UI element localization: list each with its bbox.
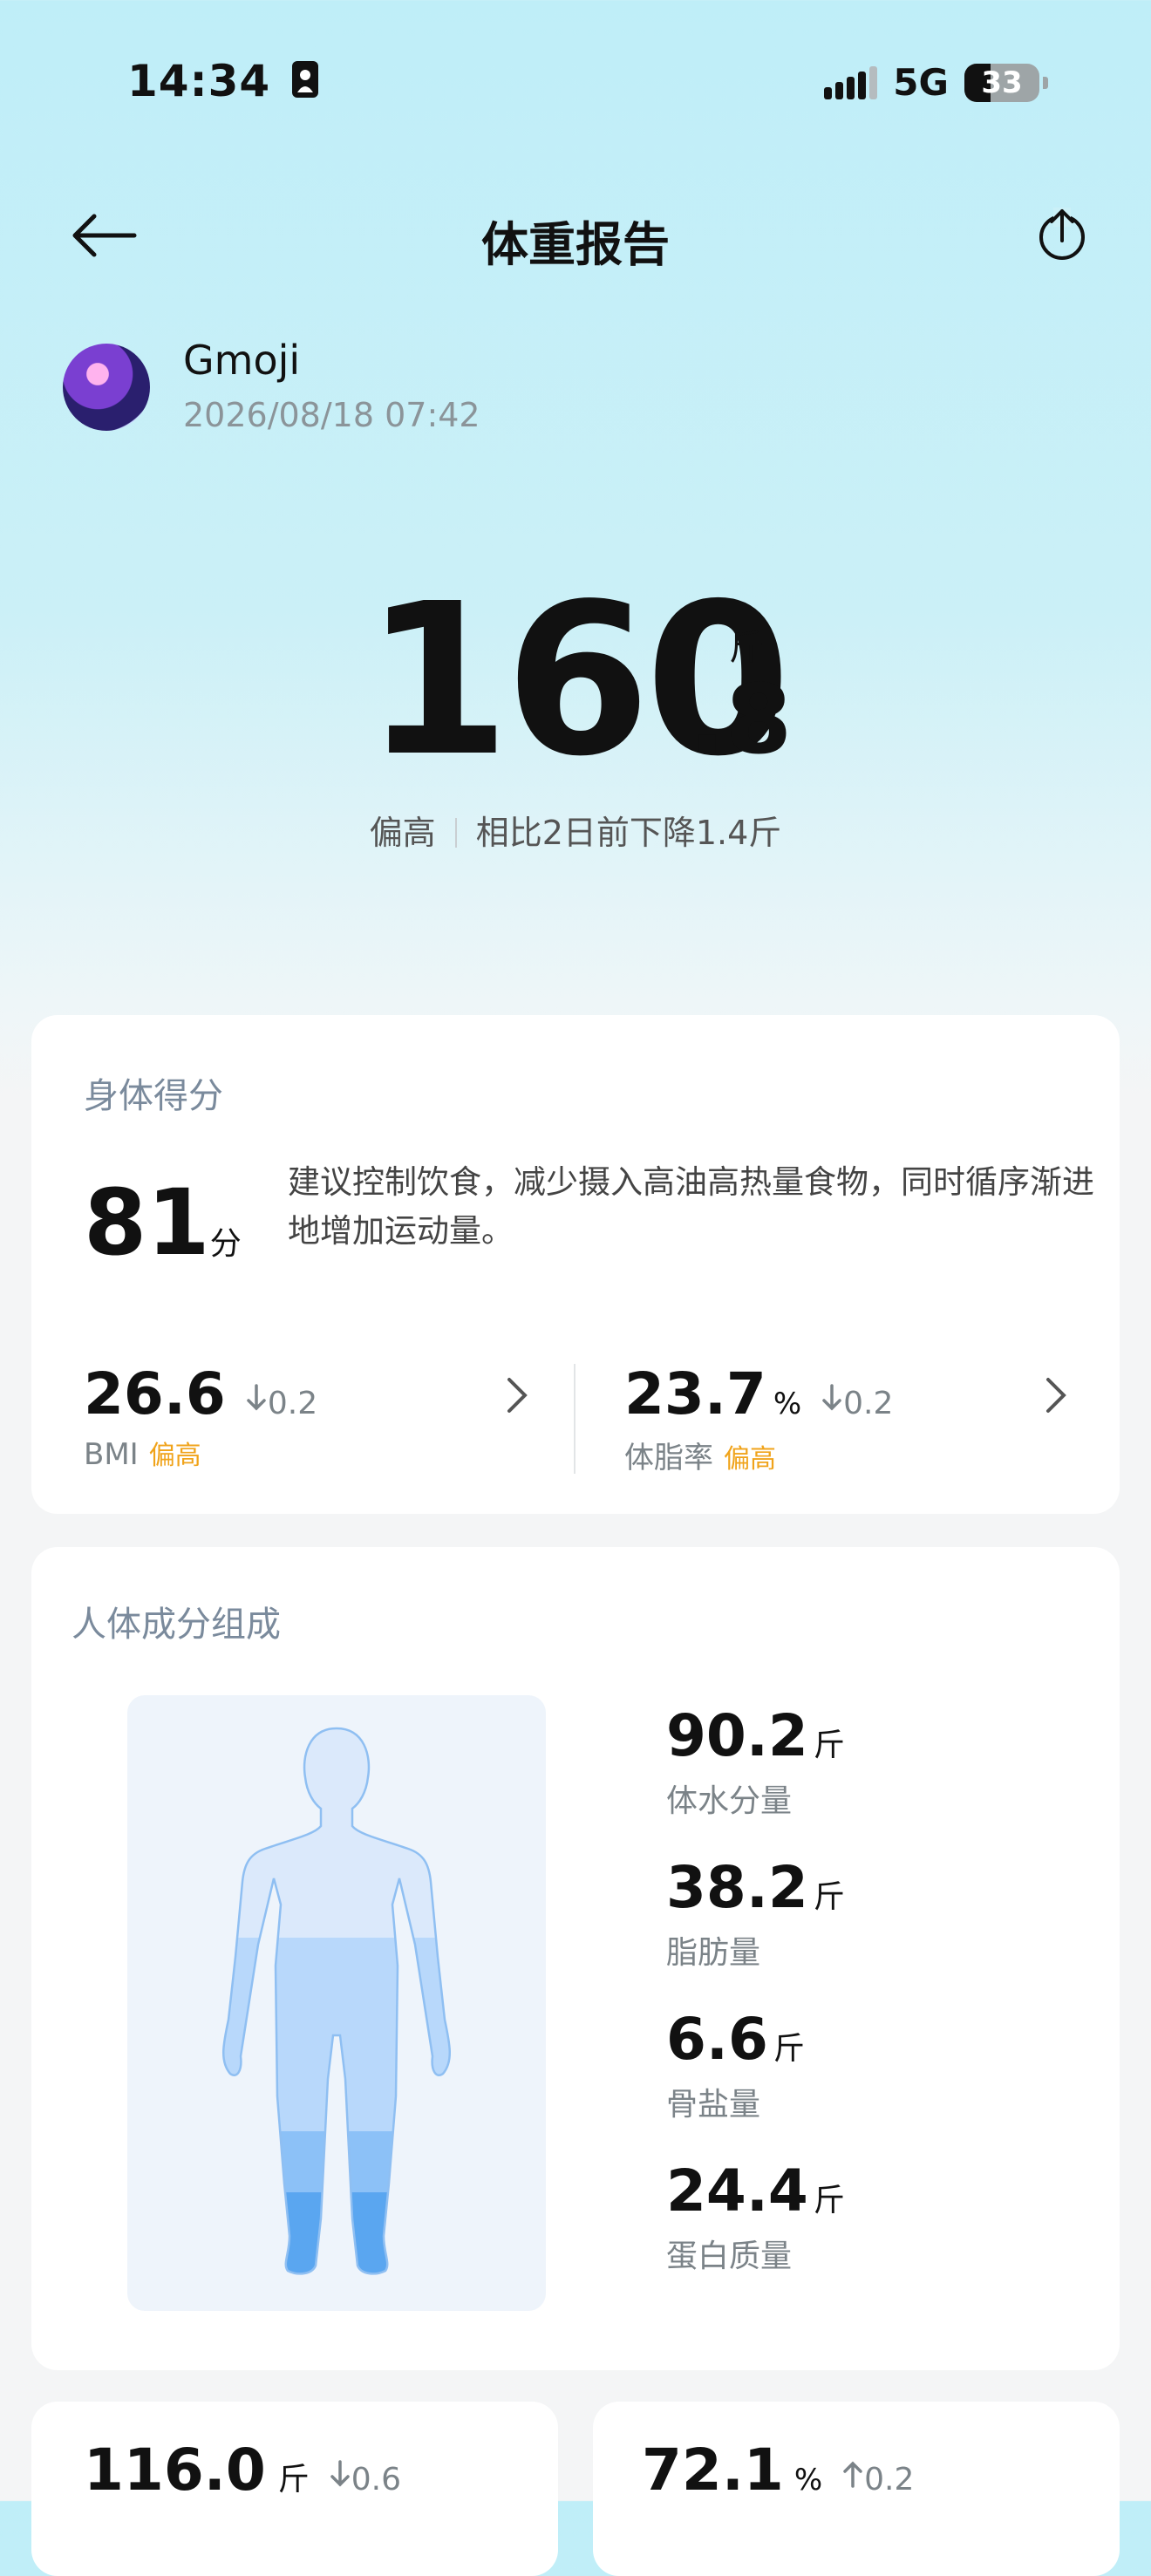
signal-icon xyxy=(824,65,878,99)
metric-card-value: 116.0 斤 0.6 xyxy=(84,2436,402,2504)
lock-screen-icon xyxy=(291,61,318,98)
status-indicators: 5G 33 xyxy=(824,61,1048,104)
metric-divider xyxy=(574,1364,576,1474)
arrow-down-icon xyxy=(247,1384,266,1411)
metric-card-value: 72.1% 0.2 xyxy=(642,2436,915,2504)
composition-item: 6.6 斤 骨盐量 xyxy=(666,2006,805,2123)
network-type: 5G xyxy=(893,61,949,104)
arrow-down-icon xyxy=(330,2460,350,2487)
battery-icon: 33 xyxy=(964,63,1039,102)
composition-item: 24.4 斤 蛋白质量 xyxy=(666,2157,845,2275)
section-title-composition: 人体成分组成 xyxy=(72,1605,281,1645)
weight-summary: 偏高 相比2日前下降1.4斤 xyxy=(0,806,1151,854)
share-icon[interactable] xyxy=(1034,204,1090,265)
metric-card[interactable]: 116.0 斤 0.6 xyxy=(31,2402,558,2576)
composition-item: 90.2 斤 体水分量 xyxy=(666,1702,845,1820)
section-title-score: 身体得分 xyxy=(84,1076,223,1116)
arrow-up-icon xyxy=(843,2461,862,2488)
bmi-label: BMI 偏高 xyxy=(84,1437,201,1472)
avatar[interactable] xyxy=(63,344,150,431)
user-name: Gmoji xyxy=(183,337,301,384)
body-score-card: 身体得分 81分 建议控制饮食，减少摄入高油高热量食物，同时循序渐进地增加运动量… xyxy=(31,1015,1120,1514)
composition-item: 38.2 斤 脂肪量 xyxy=(666,1854,845,1972)
human-body-figure xyxy=(222,1727,451,2275)
weight-unit: 斤 xyxy=(729,628,764,668)
metric-card[interactable]: 72.1% 0.2 xyxy=(593,2402,1120,2576)
body-figure-panel xyxy=(127,1695,546,2311)
status-time: 14:34 xyxy=(127,56,320,106)
weight-decimal: .8 xyxy=(689,664,793,775)
body-score: 81分 xyxy=(84,1169,242,1276)
bmi-metric[interactable]: 26.6 0.2 xyxy=(84,1366,317,1423)
measure-datetime: 2026/08/18 07:42 xyxy=(183,396,480,434)
body-fat-label: 体脂率 偏高 xyxy=(624,1441,776,1475)
body-fat-metric[interactable]: 23.7% 0.2 xyxy=(624,1366,893,1423)
weight-comparison: 相比2日前下降1.4斤 xyxy=(475,814,782,852)
page-title: 体重报告 xyxy=(481,217,670,272)
score-advice: 建议控制饮食，减少摄入高油高热量食物，同时循序渐进地增加运动量。 xyxy=(288,1163,1094,1250)
chevron-right-icon[interactable] xyxy=(1043,1376,1069,1414)
weight-status: 偏高 xyxy=(369,814,436,852)
chevron-right-icon[interactable] xyxy=(504,1376,530,1414)
arrow-down-icon xyxy=(822,1384,841,1411)
